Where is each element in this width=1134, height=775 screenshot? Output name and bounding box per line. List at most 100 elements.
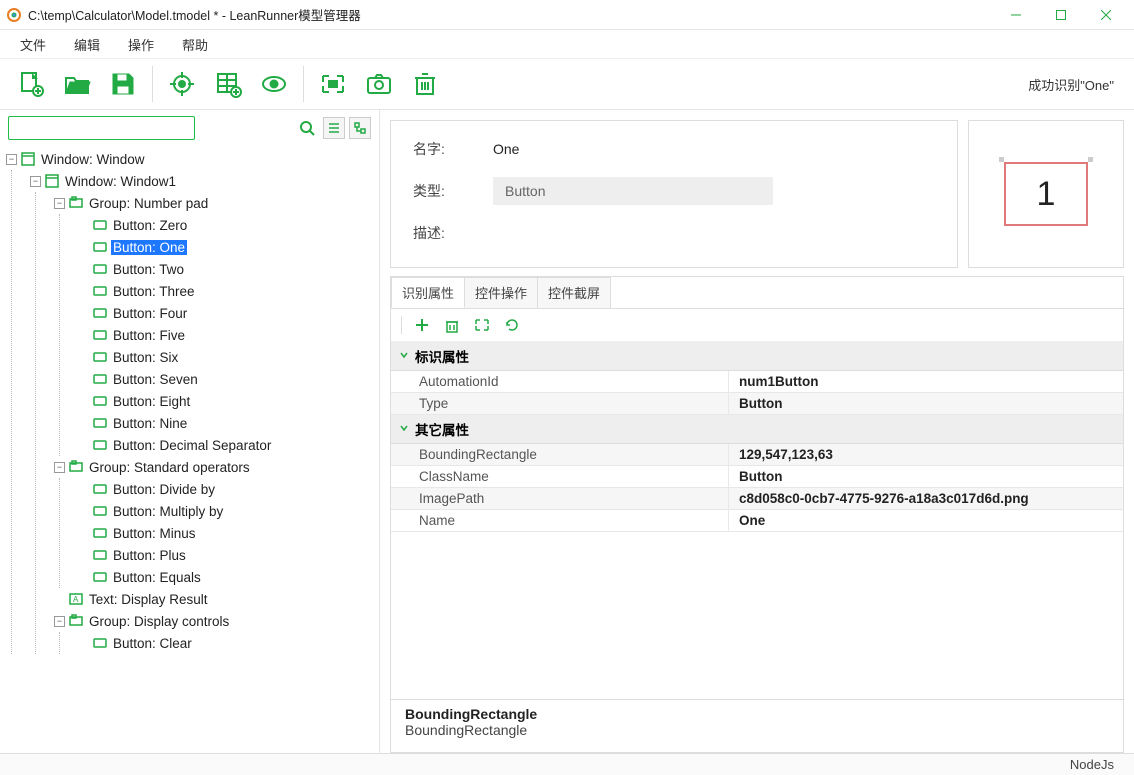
- tab-ident-props[interactable]: 识别属性: [391, 277, 465, 308]
- tree-item-selected[interactable]: Button: One: [111, 240, 187, 255]
- detail-panel: 名字: One 类型: Button 描述: 1 识别属性 控件操作 控件截屏: [380, 110, 1134, 753]
- button-icon: [93, 218, 107, 232]
- tree-item[interactable]: Button: Decimal Separator: [111, 438, 273, 453]
- tab-toolbar: [391, 309, 1123, 342]
- button-icon: [93, 482, 107, 496]
- tree-item[interactable]: Text: Display Result: [87, 592, 210, 607]
- tree-item[interactable]: Button: Equals: [111, 570, 203, 585]
- tree-item[interactable]: Button: Nine: [111, 416, 189, 431]
- delete-button[interactable]: [408, 67, 442, 101]
- tree-view-button[interactable]: [349, 117, 371, 139]
- highlight-button[interactable]: [316, 67, 350, 101]
- screenshot-preview: 1: [968, 120, 1124, 268]
- tree-item[interactable]: Button: Clear: [111, 636, 194, 651]
- button-icon: [93, 570, 107, 584]
- preview-content: 1: [1004, 162, 1088, 226]
- tree-toggle[interactable]: −: [30, 176, 41, 187]
- button-icon: [93, 240, 107, 254]
- menu-help[interactable]: 帮助: [172, 32, 218, 57]
- tab-control-screenshot[interactable]: 控件截屏: [537, 277, 611, 308]
- tree-item[interactable]: Group: Display controls: [87, 614, 231, 629]
- button-icon: [93, 328, 107, 342]
- button-icon: [93, 504, 107, 518]
- button-icon: [93, 372, 107, 386]
- tree-item[interactable]: Window: Window1: [63, 174, 178, 189]
- tree-item[interactable]: Group: Standard operators: [87, 460, 252, 475]
- close-button[interactable]: [1083, 0, 1128, 30]
- target-button[interactable]: [165, 67, 199, 101]
- tree-item[interactable]: Button: Two: [111, 262, 186, 277]
- button-icon: [93, 306, 107, 320]
- tree-item[interactable]: Button: Five: [111, 328, 187, 343]
- prop-row[interactable]: ImagePathc8d058c0-0cb7-4775-9276-a18a3c0…: [391, 488, 1123, 510]
- menu-bar: 文件 编辑 操作 帮助: [0, 30, 1134, 58]
- desc-label: 描述:: [413, 223, 461, 243]
- status-runtime: NodeJs: [1070, 757, 1114, 772]
- tree-item[interactable]: Button: Plus: [111, 548, 188, 563]
- property-description: BoundingRectangle BoundingRectangle: [391, 699, 1123, 752]
- object-tree[interactable]: − Window: Window − Window: Window1: [0, 144, 379, 753]
- delete-prop-button[interactable]: [442, 315, 462, 335]
- prop-row[interactable]: AutomationIdnum1Button: [391, 371, 1123, 393]
- tree-item[interactable]: Button: Three: [111, 284, 197, 299]
- tree-toggle[interactable]: −: [6, 154, 17, 165]
- prop-group[interactable]: 其它属性: [391, 415, 1123, 444]
- prop-group[interactable]: 标识属性: [391, 342, 1123, 371]
- tree-toggle[interactable]: −: [54, 198, 65, 209]
- type-value: Button: [493, 177, 773, 205]
- refresh-button[interactable]: [502, 315, 522, 335]
- new-file-button[interactable]: [14, 67, 48, 101]
- minimize-button[interactable]: [993, 0, 1038, 30]
- prop-row[interactable]: NameOne: [391, 510, 1123, 532]
- button-icon: [93, 394, 107, 408]
- button-icon: [93, 438, 107, 452]
- title-bar: C:\temp\Calculator\Model.tmodel * - Lean…: [0, 0, 1134, 30]
- tree-item[interactable]: Button: Four: [111, 306, 189, 321]
- search-icon[interactable]: [299, 120, 315, 139]
- button-icon: [93, 262, 107, 276]
- tree-toggle[interactable]: −: [54, 616, 65, 627]
- open-file-button[interactable]: [60, 67, 94, 101]
- tree-item[interactable]: Button: Minus: [111, 526, 198, 541]
- text-icon: A: [69, 592, 83, 606]
- highlight-prop-button[interactable]: [472, 315, 492, 335]
- tree-item[interactable]: Button: Divide by: [111, 482, 217, 497]
- button-icon: [93, 284, 107, 298]
- prop-row[interactable]: ClassNameButton: [391, 466, 1123, 488]
- button-icon: [93, 526, 107, 540]
- inspect-form: 名字: One 类型: Button 描述:: [390, 120, 958, 268]
- type-label: 类型:: [413, 181, 461, 201]
- desc-title: BoundingRectangle: [405, 706, 1109, 722]
- tree-item[interactable]: Group: Number pad: [87, 196, 210, 211]
- window-icon: [21, 152, 35, 166]
- tree-item[interactable]: Button: Six: [111, 350, 180, 365]
- tab-control-ops[interactable]: 控件操作: [464, 277, 538, 308]
- menu-operate[interactable]: 操作: [118, 32, 164, 57]
- add-data-button[interactable]: [211, 67, 245, 101]
- name-label: 名字:: [413, 139, 461, 159]
- window-icon: [45, 174, 59, 188]
- status-bar: NodeJs: [0, 753, 1134, 775]
- group-icon: [69, 614, 83, 628]
- tree-item[interactable]: Button: Seven: [111, 372, 200, 387]
- tree-item[interactable]: Button: Zero: [111, 218, 189, 233]
- camera-button[interactable]: [362, 67, 396, 101]
- menu-file[interactable]: 文件: [10, 32, 56, 57]
- list-view-button[interactable]: [323, 117, 345, 139]
- tree-item[interactable]: Button: Eight: [111, 394, 192, 409]
- prop-row[interactable]: TypeButton: [391, 393, 1123, 415]
- tree-item[interactable]: Button: Multiply by: [111, 504, 225, 519]
- property-grid[interactable]: 标识属性 AutomationIdnum1Button TypeButton 其…: [391, 342, 1123, 699]
- main-toolbar: 成功识别"One": [0, 58, 1134, 110]
- prop-row[interactable]: BoundingRectangle129,547,123,63: [391, 444, 1123, 466]
- eye-button[interactable]: [257, 67, 291, 101]
- search-input[interactable]: [8, 116, 195, 140]
- save-button[interactable]: [106, 67, 140, 101]
- maximize-button[interactable]: [1038, 0, 1083, 30]
- menu-edit[interactable]: 编辑: [64, 32, 110, 57]
- toolbar-status: 成功识别"One": [1028, 75, 1120, 94]
- chevron-down-icon: [399, 348, 409, 363]
- tree-item[interactable]: Window: Window: [39, 152, 147, 167]
- tree-toggle[interactable]: −: [54, 462, 65, 473]
- add-prop-button[interactable]: [412, 315, 432, 335]
